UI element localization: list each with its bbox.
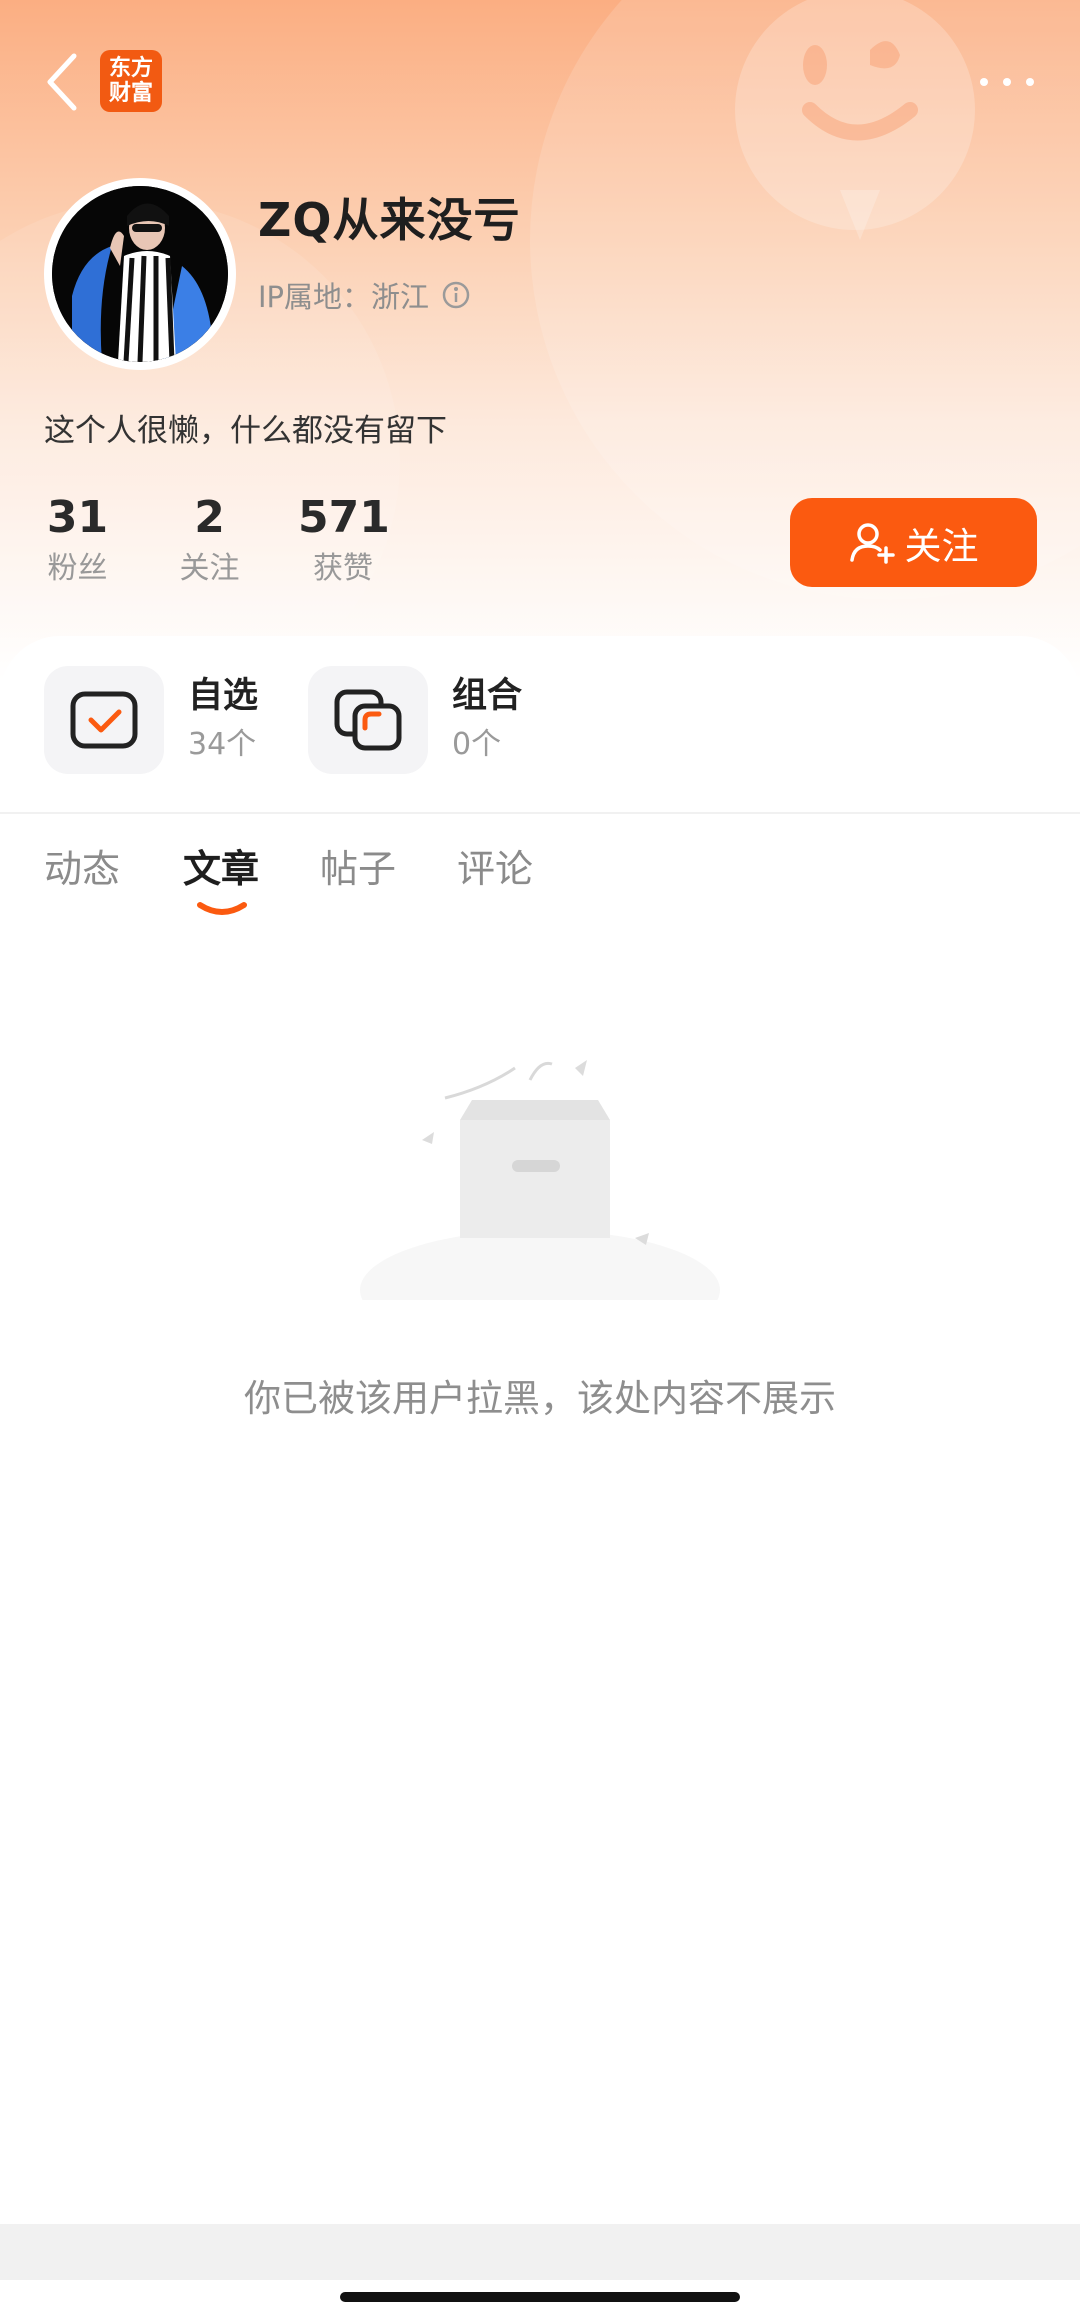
tab-comments[interactable]: 评论 [457,838,533,893]
stat-value: 31 [46,492,109,543]
stat-label: 粉丝 [47,551,108,586]
watchlist-check-icon [70,691,138,749]
stat-following[interactable]: 2 关注 [172,492,247,590]
avatar-photo [52,186,228,362]
portfolio-entry[interactable]: 组合 0个 [308,666,522,774]
ip-location-text: IP属地：浙江 [258,280,430,314]
feature-card: 自选 34个 组合 0个 [0,636,1080,816]
watchlist-title: 自选 [188,676,259,716]
avatar-frame[interactable] [44,178,236,370]
logo-text-line1: 东方 [108,55,153,81]
follow-button-label: 关注 [904,524,979,568]
stat-label: 获赞 [313,551,373,586]
avatar [52,186,228,362]
empty-state-message: 你已被该用户拉黑，该处内容不展示 [244,1377,836,1420]
watchlist-entry[interactable]: 自选 34个 [44,666,258,774]
portfolio-tile [308,666,428,774]
ip-location: IP属地：浙江 [258,274,471,316]
stat-value: 571 [298,492,390,543]
section-divider [0,812,1080,814]
active-tab-indicator [197,902,247,915]
app-logo: 东方 财富 [100,50,162,112]
smile-face-decoration [802,41,918,141]
empty-box-illustration [360,1060,720,1300]
home-indicator[interactable] [340,2292,740,2302]
bottom-bar [0,2224,1080,2280]
info-icon[interactable] [441,280,471,310]
chat-bubble-tail-decoration [840,190,880,240]
tab-posts[interactable]: 帖子 [320,838,396,893]
username: ZQ从来没亏 [258,193,521,247]
stat-likes[interactable]: 571 获赞 [298,492,390,590]
bio-text: 这个人很懒，什么都没有留下 [44,413,447,449]
logo-text-line2: 财富 [108,80,153,106]
portfolio-title: 组合 [452,676,523,716]
more-options-icon[interactable] [972,62,1042,102]
content-tabs: 动态 文章 帖子 评论 [0,838,1080,918]
watchlist-tile [44,666,164,774]
add-user-icon [849,522,895,564]
back-arrow-icon[interactable] [40,50,84,114]
portfolio-count: 0个 [452,727,502,762]
watchlist-count: 34个 [188,727,257,762]
portfolio-icon [334,689,402,751]
stat-value: 2 [194,492,225,543]
tab-activity[interactable]: 动态 [44,838,120,893]
tab-articles[interactable]: 文章 [183,838,259,893]
stat-label: 关注 [179,551,240,586]
follow-button[interactable]: 关注 [790,498,1037,587]
stat-followers[interactable]: 31 粉丝 [40,492,115,590]
